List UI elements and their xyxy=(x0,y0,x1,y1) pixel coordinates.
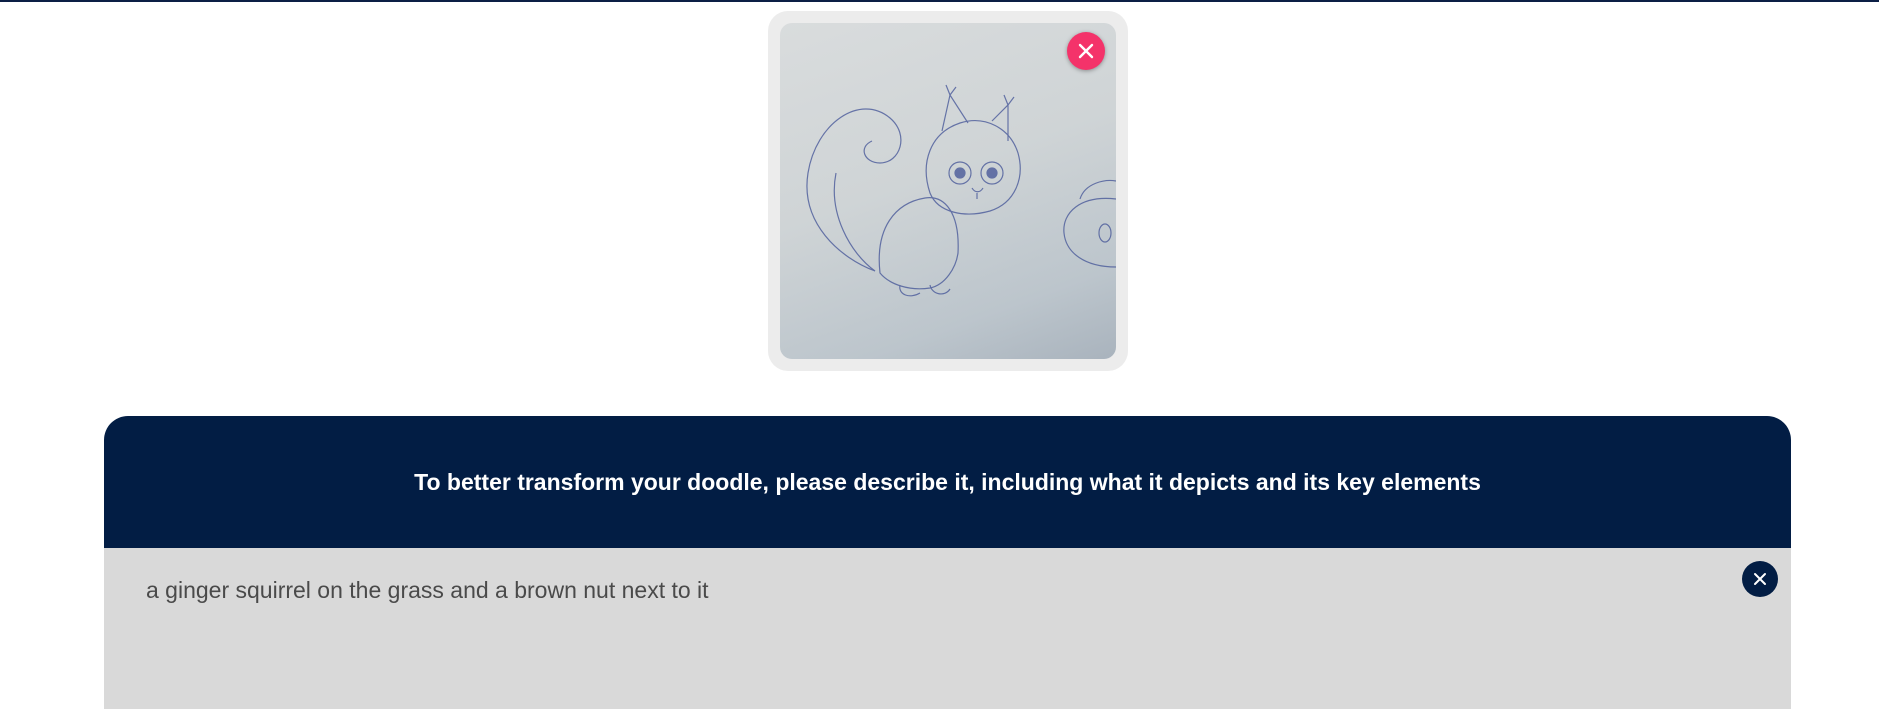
description-input[interactable]: a ginger squirrel on the grass and a bro… xyxy=(146,576,1726,686)
describe-doodle-panel: To better transform your doodle, please … xyxy=(104,416,1791,709)
close-icon xyxy=(1754,573,1766,585)
close-icon xyxy=(1078,43,1094,59)
prompt-body: a ginger squirrel on the grass and a bro… xyxy=(104,548,1791,709)
top-border xyxy=(0,0,1879,2)
clear-text-button[interactable] xyxy=(1742,561,1778,597)
remove-image-button[interactable] xyxy=(1067,32,1105,70)
prompt-instruction: To better transform your doodle, please … xyxy=(414,469,1481,495)
prompt-header: To better transform your doodle, please … xyxy=(104,416,1791,548)
doodle-image xyxy=(780,23,1116,359)
doodle-preview-card xyxy=(768,11,1128,371)
doodle-sketch xyxy=(806,84,1116,297)
